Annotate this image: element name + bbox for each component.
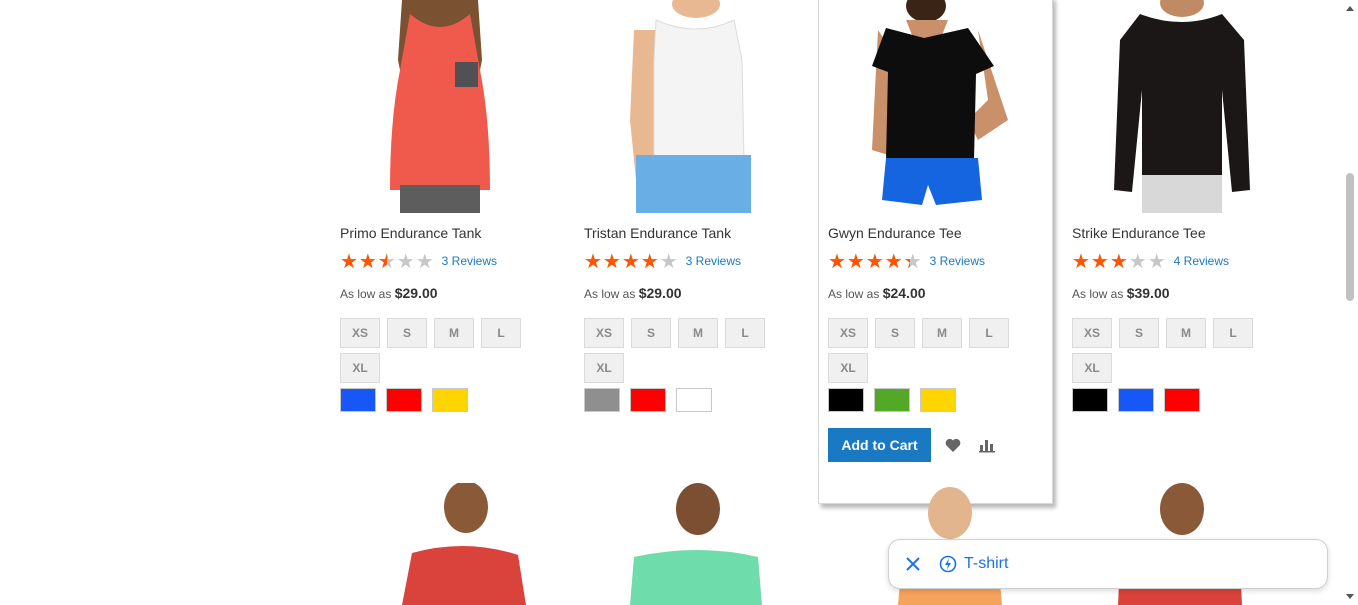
size-option[interactable]: XS bbox=[340, 318, 380, 348]
size-option[interactable]: L bbox=[481, 318, 521, 348]
product-image-tristan[interactable] bbox=[584, 0, 784, 213]
product-actions: Add to Cart bbox=[828, 428, 1028, 462]
rating-fill: ★★★★★ bbox=[340, 251, 387, 271]
size-option[interactable]: M bbox=[434, 318, 474, 348]
reviews-link[interactable]: 3 Reviews bbox=[442, 254, 497, 268]
color-swatch[interactable] bbox=[386, 388, 422, 412]
size-option[interactable]: S bbox=[875, 318, 915, 348]
color-swatch[interactable] bbox=[1164, 388, 1200, 412]
search-suggestion-chip[interactable]: T-shirt bbox=[888, 539, 1328, 589]
product-image-next-2[interactable] bbox=[584, 483, 784, 605]
rating-stars: ★★★★★★★★★★ bbox=[1072, 249, 1167, 273]
color-swatch[interactable] bbox=[1072, 388, 1108, 412]
color-swatch[interactable] bbox=[920, 388, 956, 412]
size-option[interactable]: S bbox=[631, 318, 671, 348]
color-swatch[interactable] bbox=[584, 388, 620, 412]
product-card[interactable]: Strike Endurance Tee ★★★★★★★★★★ 4 Review… bbox=[1072, 0, 1272, 412]
close-icon[interactable] bbox=[904, 555, 922, 573]
size-option[interactable]: M bbox=[922, 318, 962, 348]
product-card[interactable]: Tristan Endurance Tank ★★★★★★★★★★ 3 Revi… bbox=[584, 0, 784, 412]
compare-chart-icon[interactable] bbox=[975, 433, 999, 457]
product-rating: ★★★★★★★★★★ 3 Reviews bbox=[584, 251, 784, 271]
product-image-next-1[interactable] bbox=[340, 481, 540, 605]
color-swatch[interactable] bbox=[676, 388, 712, 412]
size-options: XS S M L XL bbox=[340, 318, 540, 388]
price-box: As low as $29.00 bbox=[340, 284, 540, 302]
heart-icon[interactable] bbox=[941, 433, 965, 457]
add-to-cart-button[interactable]: Add to Cart bbox=[828, 428, 931, 462]
product-card-hovered[interactable]: Gwyn Endurance Tee ★★★★★★★★★★ 3 Reviews … bbox=[818, 0, 1053, 504]
product-image-strike[interactable] bbox=[1072, 0, 1272, 213]
color-swatch[interactable] bbox=[828, 388, 864, 412]
product-rating: ★★★★★★★★★★ 3 Reviews bbox=[340, 251, 540, 271]
lightning-bolt-icon bbox=[938, 554, 958, 574]
size-option[interactable]: L bbox=[1213, 318, 1253, 348]
size-option[interactable]: XL bbox=[1072, 353, 1112, 383]
scrollbar-thumb[interactable] bbox=[1346, 173, 1354, 301]
reviews-link[interactable]: 3 Reviews bbox=[930, 254, 985, 268]
color-options bbox=[828, 388, 1028, 412]
page-scrollbar[interactable] bbox=[1341, 0, 1358, 605]
product-rating: ★★★★★★★★★★ 4 Reviews bbox=[1072, 251, 1272, 271]
product-name[interactable]: Gwyn Endurance Tee bbox=[828, 224, 1028, 242]
suggestion-text[interactable]: T-shirt bbox=[964, 555, 1008, 573]
reviews-link[interactable]: 4 Reviews bbox=[1174, 254, 1229, 268]
product-grid-page: Primo Endurance Tank ★★★★★★★★★★ 3 Review… bbox=[0, 0, 1358, 605]
price-value: $24.00 bbox=[882, 285, 926, 301]
reviews-link[interactable]: 3 Reviews bbox=[686, 254, 741, 268]
price-box: As low as $24.00 bbox=[828, 284, 1028, 302]
product-name[interactable]: Tristan Endurance Tank bbox=[584, 224, 784, 242]
size-option[interactable]: S bbox=[387, 318, 427, 348]
size-option[interactable]: XL bbox=[828, 353, 868, 383]
price-box: As low as $39.00 bbox=[1072, 284, 1272, 302]
rating-stars: ★★★★★★★★★★ bbox=[340, 249, 435, 273]
product-image-primo[interactable] bbox=[340, 0, 540, 213]
size-option[interactable]: L bbox=[969, 318, 1009, 348]
size-option[interactable]: XL bbox=[340, 353, 380, 383]
price-value: $29.00 bbox=[638, 285, 682, 301]
color-swatch[interactable] bbox=[340, 388, 376, 412]
rating-stars: ★★★★★★★★★★ bbox=[828, 249, 923, 273]
product-card[interactable]: Primo Endurance Tank ★★★★★★★★★★ 3 Review… bbox=[340, 0, 540, 412]
size-option[interactable]: XL bbox=[584, 353, 624, 383]
size-options: XS S M L XL bbox=[828, 318, 1028, 388]
price-label: As low as bbox=[584, 287, 636, 301]
color-options bbox=[340, 388, 540, 412]
rating-fill: ★★★★★ bbox=[1072, 251, 1129, 271]
product-image-gwyn[interactable] bbox=[828, 0, 1028, 213]
size-options: XS S M L XL bbox=[584, 318, 784, 388]
rating-fill: ★★★★★ bbox=[584, 251, 660, 271]
size-options: XS S M L XL bbox=[1072, 318, 1272, 388]
price-label: As low as bbox=[340, 287, 392, 301]
price-label: As low as bbox=[828, 287, 880, 301]
product-rating: ★★★★★★★★★★ 3 Reviews bbox=[828, 251, 1028, 271]
scroll-up-arrow-icon[interactable] bbox=[1346, 6, 1354, 11]
color-swatch[interactable] bbox=[874, 388, 910, 412]
color-swatch[interactable] bbox=[432, 388, 468, 412]
scroll-down-arrow-icon[interactable] bbox=[1346, 594, 1354, 599]
price-box: As low as $29.00 bbox=[584, 284, 784, 302]
size-option[interactable]: L bbox=[725, 318, 765, 348]
size-option[interactable]: XS bbox=[1072, 318, 1112, 348]
color-swatch[interactable] bbox=[630, 388, 666, 412]
color-swatch[interactable] bbox=[1118, 388, 1154, 412]
color-options bbox=[1072, 388, 1272, 412]
color-options bbox=[584, 388, 784, 412]
product-name[interactable]: Strike Endurance Tee bbox=[1072, 224, 1272, 242]
rating-fill: ★★★★★ bbox=[828, 251, 910, 271]
size-option[interactable]: S bbox=[1119, 318, 1159, 348]
size-option[interactable]: M bbox=[678, 318, 718, 348]
price-label: As low as bbox=[1072, 287, 1124, 301]
product-name[interactable]: Primo Endurance Tank bbox=[340, 224, 540, 242]
price-value: $39.00 bbox=[1126, 285, 1170, 301]
size-option[interactable]: XS bbox=[584, 318, 624, 348]
size-option[interactable]: M bbox=[1166, 318, 1206, 348]
rating-stars: ★★★★★★★★★★ bbox=[584, 249, 679, 273]
size-option[interactable]: XS bbox=[828, 318, 868, 348]
price-value: $29.00 bbox=[394, 285, 438, 301]
